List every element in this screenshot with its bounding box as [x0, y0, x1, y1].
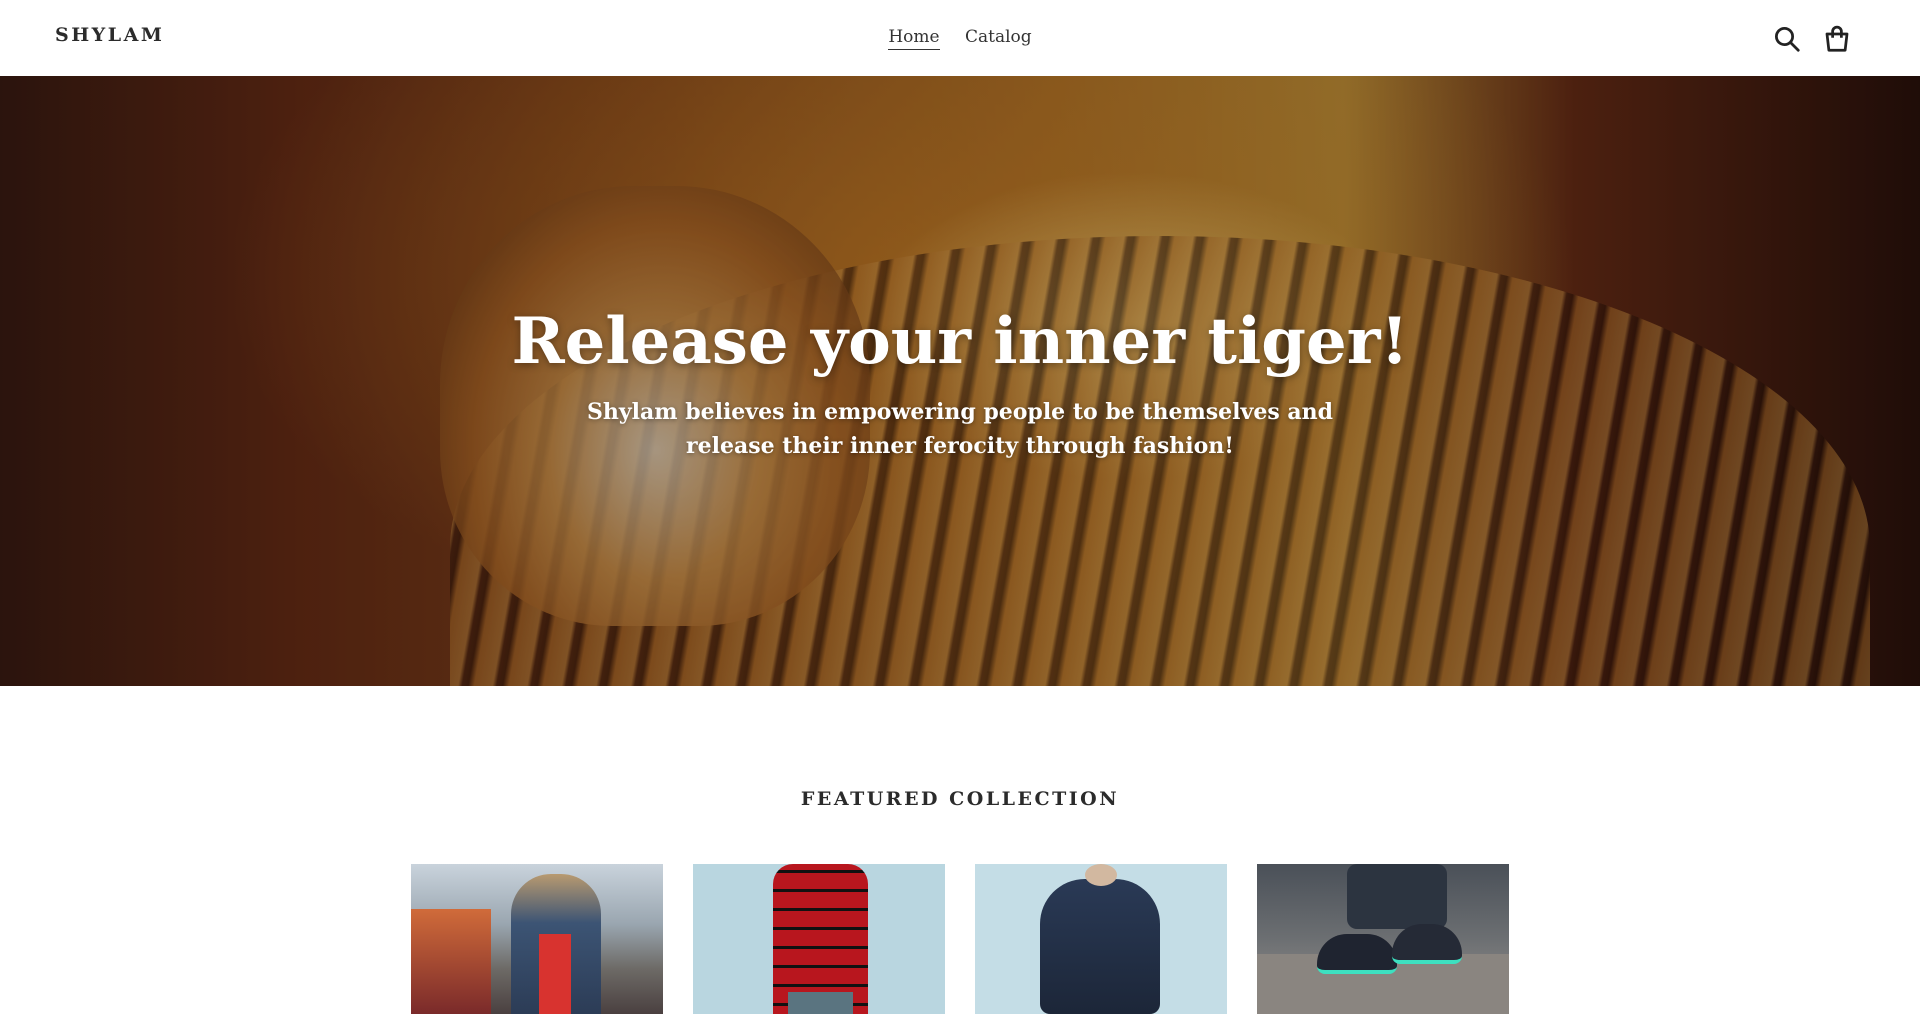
hero-banner: Release your inner tiger! Shylam believe…: [0, 76, 1920, 686]
product-image-1-shirt: [539, 934, 571, 1014]
hero-subtitle: Shylam believes in empowering people to …: [586, 398, 1333, 459]
site-header: SHYLAM Home Catalog: [0, 0, 1920, 76]
hero-title: Release your inner tiger!: [511, 304, 1409, 379]
product-image-1: [411, 909, 491, 1014]
product-card-2[interactable]: [693, 864, 945, 1014]
product-image-3: [1040, 879, 1160, 1014]
product-card-3[interactable]: [975, 864, 1227, 1014]
search-icon: [1775, 27, 1800, 52]
nav-item-home[interactable]: Home: [888, 27, 940, 50]
hero-text: Release your inner tiger! Shylam believe…: [0, 304, 1920, 463]
featured-collection-title: FEATURED COLLECTION: [800, 788, 1120, 810]
product-image-4-legs: [1347, 864, 1447, 929]
search-button[interactable]: [1772, 24, 1802, 54]
product-image-4-shoe-left: [1317, 934, 1397, 974]
product-image-4-shoe-right: [1392, 924, 1462, 964]
cart-button[interactable]: [1822, 24, 1852, 54]
main-nav: Home Catalog: [0, 27, 1920, 50]
product-image-3-head: [1085, 864, 1117, 886]
product-card-1[interactable]: [411, 864, 663, 1014]
product-card-4[interactable]: [1257, 864, 1509, 1014]
product-image-2-pants: [788, 992, 853, 1014]
cart-icon: [1825, 25, 1849, 52]
nav-item-catalog[interactable]: Catalog: [965, 27, 1032, 47]
product-grid: [411, 864, 1511, 1014]
